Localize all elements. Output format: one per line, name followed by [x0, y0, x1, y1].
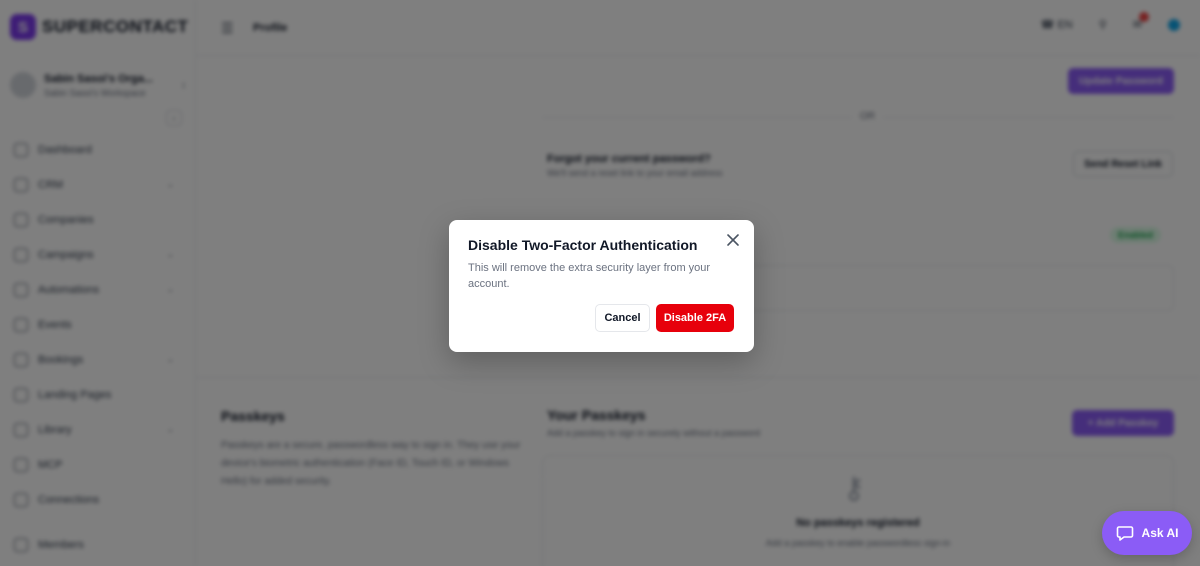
- disable-2fa-dialog: Disable Two-Factor Authentication This w…: [449, 220, 754, 352]
- dialog-title: Disable Two-Factor Authentication: [468, 237, 698, 253]
- chat-icon: [1116, 526, 1133, 541]
- close-icon[interactable]: [725, 232, 741, 248]
- ask-ai-button[interactable]: Ask AI: [1102, 511, 1192, 555]
- disable-2fa-button[interactable]: Disable 2FA: [656, 304, 734, 332]
- ask-ai-label: Ask AI: [1141, 526, 1179, 540]
- dialog-description: This will remove the extra security laye…: [468, 262, 711, 290]
- cancel-button[interactable]: Cancel: [595, 304, 650, 332]
